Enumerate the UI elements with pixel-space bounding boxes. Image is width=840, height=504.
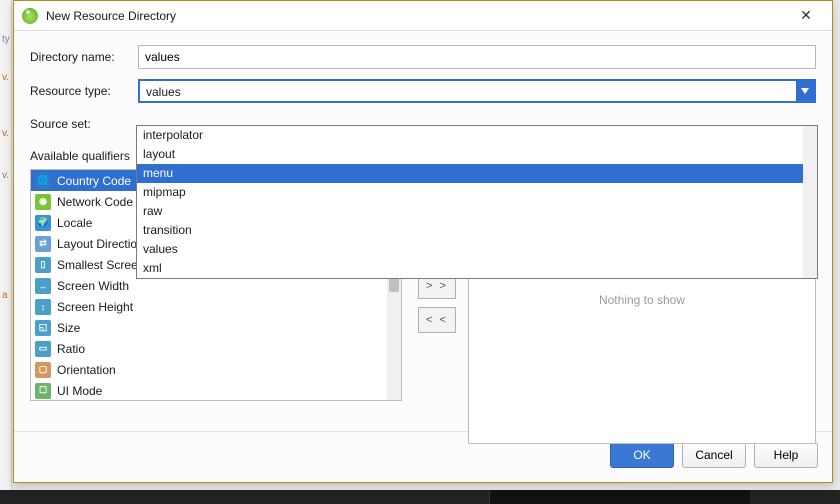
close-button[interactable]: ✕ <box>786 2 826 30</box>
help-button[interactable]: Help <box>754 442 818 468</box>
dropdown-option[interactable]: menu <box>137 164 817 183</box>
qualifier-icon: 🌐 <box>35 173 51 189</box>
qualifier-label: Network Code <box>57 195 133 209</box>
resource-type-label: Resource type: <box>30 84 138 98</box>
qualifier-label: UI Mode <box>57 384 102 398</box>
transfer-buttons: > > < < <box>418 273 458 333</box>
dialog-title: New Resource Directory <box>46 9 176 23</box>
qualifier-icon: ☐ <box>35 383 51 399</box>
qualifier-icon: ◉ <box>35 194 51 210</box>
qualifier-label: Screen Width <box>57 279 129 293</box>
qualifier-item[interactable]: ☐ UI Mode <box>31 380 401 401</box>
dialog-body: Directory name: Resource type: values So… <box>14 31 832 423</box>
android-studio-icon <box>22 8 38 24</box>
dropdown-option[interactable]: mipmap <box>137 183 817 202</box>
dropdown-option[interactable]: transition <box>137 221 817 240</box>
qualifier-icon: ▯ <box>35 257 51 273</box>
qualifier-label: Screen Height <box>57 300 133 314</box>
qualifier-icon: ▭ <box>35 341 51 357</box>
qualifier-label: Orientation <box>57 363 116 377</box>
qualifier-label: Ratio <box>57 342 85 356</box>
chevron-down-icon[interactable] <box>796 81 814 101</box>
qualifier-label: Size <box>57 321 80 335</box>
directory-name-label: Directory name: <box>30 50 138 64</box>
scrollbar[interactable] <box>803 126 817 278</box>
dropdown-option[interactable]: values <box>137 240 817 259</box>
cancel-button[interactable]: Cancel <box>682 442 746 468</box>
qualifier-item[interactable]: ▢ Orientation <box>31 359 401 380</box>
resource-type-value: values <box>140 81 796 101</box>
qualifier-label: Country Code <box>57 174 131 188</box>
dropdown-option[interactable]: interpolator <box>137 126 817 145</box>
ide-bottom-fragment <box>0 490 840 504</box>
directory-name-row: Directory name: <box>30 45 816 69</box>
qualifier-item[interactable]: ◱ Size <box>31 317 401 338</box>
resource-type-dropdown[interactable]: interpolatorlayoutmenumipmaprawtransitio… <box>136 125 818 279</box>
qualifier-icon: ↔ <box>35 278 51 294</box>
titlebar: New Resource Directory ✕ <box>14 1 832 31</box>
qualifier-icon: ◱ <box>35 320 51 336</box>
qualifier-label: Layout Direction <box>57 237 144 251</box>
qualifier-item[interactable]: ↕ Screen Height <box>31 296 401 317</box>
resource-type-row: Resource type: values <box>30 79 816 103</box>
directory-name-input[interactable] <box>138 45 816 69</box>
qualifier-label: Locale <box>57 216 92 230</box>
qualifier-icon: ↕ <box>35 299 51 315</box>
dropdown-option[interactable]: xml <box>137 259 817 278</box>
ide-gutter-fragment: ty v. v. v. a <box>0 0 12 504</box>
chosen-placeholder: Nothing to show <box>599 293 685 307</box>
resource-type-combo[interactable]: values <box>138 79 816 103</box>
qualifier-icon: ⇄ <box>35 236 51 252</box>
ok-button[interactable]: OK <box>610 442 674 468</box>
qualifier-item[interactable]: ▭ Ratio <box>31 338 401 359</box>
dropdown-option[interactable]: layout <box>137 145 817 164</box>
new-resource-directory-dialog: New Resource Directory ✕ Directory name:… <box>13 0 833 483</box>
qualifier-icon: 🌍 <box>35 215 51 231</box>
dropdown-option[interactable]: raw <box>137 202 817 221</box>
remove-qualifier-button[interactable]: < < <box>418 307 456 333</box>
qualifier-icon: ▢ <box>35 362 51 378</box>
